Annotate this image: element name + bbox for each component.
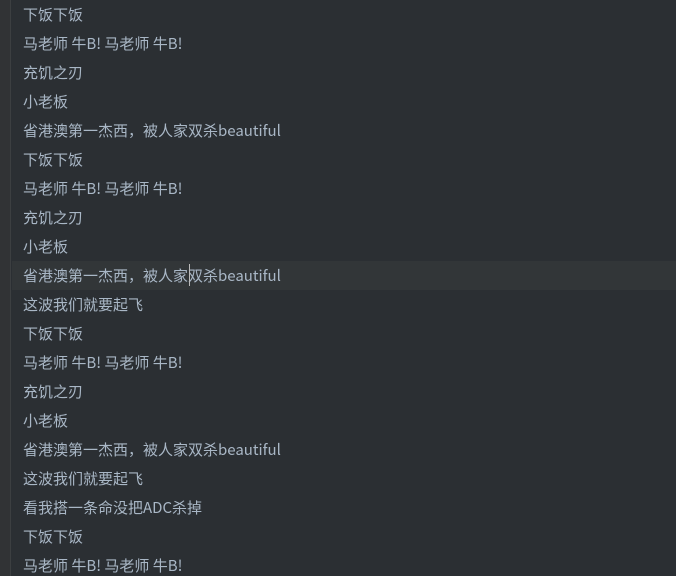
line-text: 小老板 xyxy=(23,91,68,112)
line-text: 充饥之刃 xyxy=(23,62,83,83)
line-text: 下饭下饭 xyxy=(23,149,83,170)
editor-line[interactable]: 马老师 牛B! 马老师 牛B! xyxy=(12,29,676,58)
editor-line[interactable]: 下饭下饭 xyxy=(12,145,676,174)
line-text: 省港澳第一杰西，被人家双杀beautiful xyxy=(23,265,281,286)
editor-line[interactable]: 马老师 牛B! 马老师 牛B! xyxy=(12,551,676,576)
line-text: 省港澳第一杰西，被人家双杀beautiful xyxy=(23,120,281,141)
line-text: 下饭下饭 xyxy=(23,323,83,344)
line-text: 看我搭一条命没把ADC杀掉 xyxy=(23,497,202,518)
line-text: 马老师 牛B! 马老师 牛B! xyxy=(23,33,182,54)
editor-line[interactable]: 马老师 牛B! 马老师 牛B! xyxy=(12,348,676,377)
line-text: 马老师 牛B! 马老师 牛B! xyxy=(23,555,182,576)
editor-line[interactable]: 充饥之刃 xyxy=(12,58,676,87)
editor-line[interactable]: 下饭下饭 xyxy=(12,0,676,29)
line-text: 马老师 牛B! 马老师 牛B! xyxy=(23,178,182,199)
editor-line[interactable]: 省港澳第一杰西，被人家双杀beautiful xyxy=(12,435,676,464)
line-text: 这波我们就要起飞 xyxy=(23,468,143,489)
editor-line[interactable]: 这波我们就要起飞 xyxy=(12,290,676,319)
editor-line[interactable]: 充饥之刃 xyxy=(12,203,676,232)
line-text: 充饥之刃 xyxy=(23,207,83,228)
editor-gutter xyxy=(0,0,11,576)
line-text: 小老板 xyxy=(23,236,68,257)
editor-line[interactable]: 下饭下饭 xyxy=(12,522,676,551)
line-text: 这波我们就要起飞 xyxy=(23,294,143,315)
line-text: 充饥之刃 xyxy=(23,381,83,402)
text-editor[interactable]: 下饭下饭马老师 牛B! 马老师 牛B!充饥之刃小老板省港澳第一杰西，被人家双杀b… xyxy=(0,0,676,576)
editor-line[interactable]: 省港澳第一杰西，被人家双杀beautiful xyxy=(12,116,676,145)
editor-line[interactable]: 这波我们就要起飞 xyxy=(12,464,676,493)
line-text: 省港澳第一杰西，被人家双杀beautiful xyxy=(23,439,281,460)
line-text: 马老师 牛B! 马老师 牛B! xyxy=(23,352,182,373)
line-text: 下饭下饭 xyxy=(23,4,83,25)
editor-line[interactable]: 省港澳第一杰西，被人家双杀beautiful xyxy=(12,261,676,290)
editor-line[interactable]: 小老板 xyxy=(12,232,676,261)
line-text: 下饭下饭 xyxy=(23,526,83,547)
editor-line[interactable]: 小老板 xyxy=(12,87,676,116)
editor-line[interactable]: 下饭下饭 xyxy=(12,319,676,348)
editor-line[interactable]: 小老板 xyxy=(12,406,676,435)
text-caret xyxy=(189,264,190,286)
editor-line[interactable]: 看我搭一条命没把ADC杀掉 xyxy=(12,493,676,522)
editor-line[interactable]: 马老师 牛B! 马老师 牛B! xyxy=(12,174,676,203)
editor-line[interactable]: 充饥之刃 xyxy=(12,377,676,406)
editor-lines[interactable]: 下饭下饭马老师 牛B! 马老师 牛B!充饥之刃小老板省港澳第一杰西，被人家双杀b… xyxy=(12,0,676,576)
line-text: 小老板 xyxy=(23,410,68,431)
